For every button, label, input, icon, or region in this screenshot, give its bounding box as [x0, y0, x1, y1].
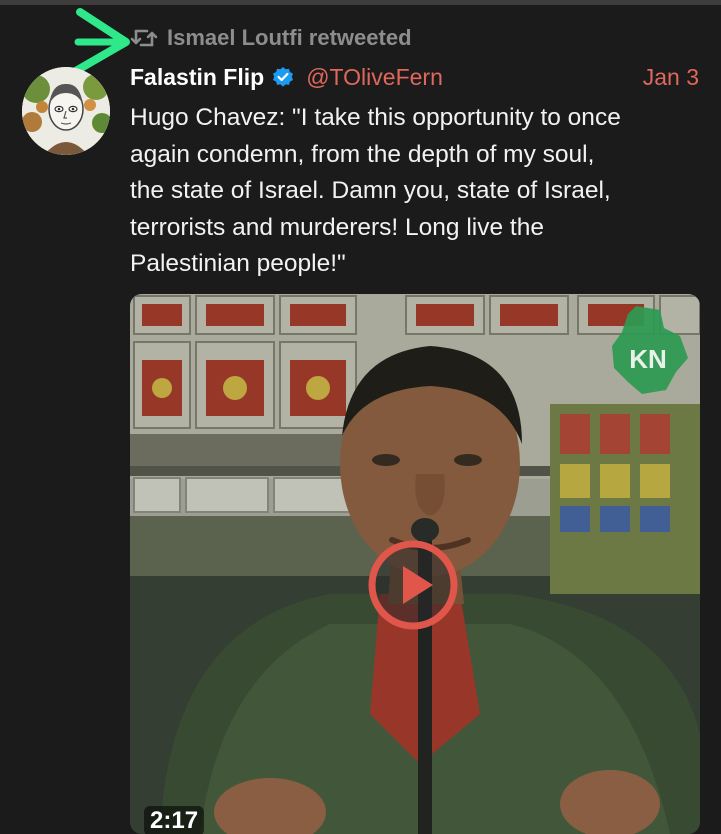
avatar[interactable]: [22, 67, 110, 155]
tweet-text: Hugo Chavez: "I take this opportunity to…: [130, 104, 621, 278]
tweet-header: Falastin Flip @TOliveFern Jan 3: [130, 60, 699, 94]
avatar-illustration: [22, 67, 110, 155]
watermark-text: KN: [629, 344, 667, 374]
kn-watermark-logo: KN: [612, 306, 688, 394]
video-player[interactable]: KN 2:17: [130, 294, 700, 834]
verified-badge-icon: [272, 66, 294, 88]
display-name[interactable]: Falastin Flip: [130, 64, 264, 91]
top-divider: [0, 0, 721, 5]
video-duration: 2:17: [144, 806, 205, 834]
tweet-date[interactable]: Jan 3: [643, 64, 699, 91]
play-button[interactable]: [368, 540, 458, 630]
retweet-label: Ismael Loutfi retweeted: [167, 25, 412, 50]
user-handle[interactable]: @TOliveFern: [306, 64, 443, 91]
annotation-arrow: [70, 8, 130, 76]
retweet-context[interactable]: Ismael Loutfi retweeted: [130, 24, 412, 52]
retweet-icon: [130, 29, 158, 47]
